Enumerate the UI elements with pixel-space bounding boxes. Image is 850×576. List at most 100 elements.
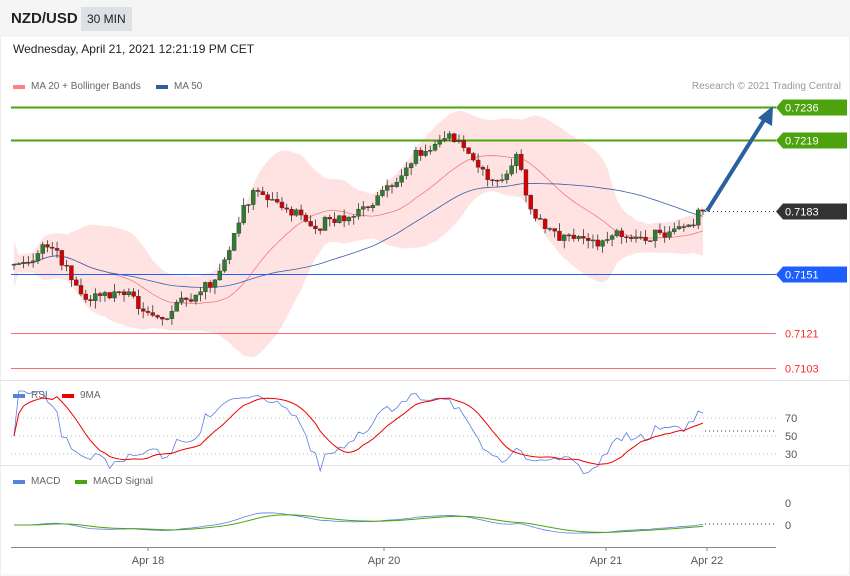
candle-body [600, 240, 605, 247]
candle-body [318, 228, 323, 231]
candle-body [341, 215, 347, 222]
candle-body [255, 190, 261, 192]
candle-body [227, 250, 232, 260]
candle-body [169, 311, 175, 319]
candle-body [681, 226, 687, 228]
candle-body [696, 209, 701, 226]
candle-body [140, 308, 146, 312]
candle-body [523, 169, 529, 196]
candle-body [518, 153, 524, 170]
candle-body [638, 236, 643, 239]
candle-body [207, 282, 213, 288]
candle-body [74, 279, 79, 286]
candle-body [652, 229, 658, 241]
candle-body [595, 239, 600, 247]
candle-body [490, 179, 495, 181]
candle-body [64, 265, 69, 267]
candle-body [380, 190, 385, 196]
candle-body [351, 216, 356, 218]
candle-body [274, 199, 280, 203]
candle-body [667, 231, 672, 238]
candle-body [509, 165, 514, 175]
candle-body [557, 230, 562, 241]
candle-body [451, 133, 457, 143]
candle [231, 233, 237, 252]
candle-body [657, 229, 663, 233]
candle-body [662, 232, 667, 238]
candle-body [356, 208, 361, 217]
level-label: 0.7183 [785, 207, 819, 219]
candle-body [629, 237, 634, 239]
candle-body [370, 205, 376, 208]
candle-body [279, 201, 285, 209]
candle-body [45, 244, 50, 248]
candle-body [112, 291, 117, 299]
candle-body [174, 302, 179, 312]
candle-body [562, 234, 567, 241]
candle-body [432, 143, 438, 151]
bollinger-band [14, 110, 703, 358]
candle-body [332, 218, 337, 223]
macd-tick: 0 [785, 498, 791, 510]
candle-body [251, 190, 256, 205]
candle-body [385, 185, 390, 191]
x-tick-label: Apr 21 [590, 555, 622, 567]
candle [241, 198, 246, 225]
candle-body [533, 208, 538, 219]
level-label: 0.7103 [785, 364, 819, 376]
candle-body [504, 173, 510, 180]
level-label: 0.7219 [785, 136, 819, 148]
candle-body [365, 206, 371, 208]
candle-body [514, 153, 519, 166]
candle-body [480, 167, 486, 170]
x-tick-label: Apr 20 [368, 555, 400, 567]
candle-body [16, 263, 21, 265]
candle-body [160, 317, 165, 320]
candle-body [155, 315, 160, 318]
candle-body [21, 261, 26, 264]
candle [686, 224, 691, 228]
candle-body [231, 233, 237, 251]
candle-body [605, 239, 610, 241]
candle-body [50, 246, 55, 249]
candle-body [566, 234, 572, 237]
candle-body [614, 230, 620, 236]
candle-body [590, 239, 596, 242]
candle-body [585, 238, 591, 241]
candle-body [184, 297, 189, 300]
macd-tick: 0 [785, 520, 791, 532]
candle-body [93, 293, 98, 301]
candle-body [78, 285, 84, 295]
candle-body [294, 209, 299, 216]
candle-body [552, 228, 557, 232]
candle-body [619, 230, 624, 237]
candle-body [442, 138, 447, 141]
candle-body [499, 179, 505, 181]
candle-body [260, 191, 266, 195]
candle-body [164, 318, 170, 320]
candle-body [337, 215, 342, 223]
candle-body [126, 291, 132, 296]
candle-body [121, 291, 127, 296]
candle-body [394, 182, 399, 187]
candle-body [327, 217, 332, 220]
candle-body [375, 195, 380, 206]
candle-body [30, 260, 36, 263]
candle-body [88, 299, 93, 301]
candle-body [69, 265, 74, 281]
macd-line [13, 512, 704, 534]
candle-body [466, 147, 471, 154]
candle-body [447, 133, 452, 139]
candle-body [313, 225, 318, 230]
candle-body [471, 153, 476, 161]
candle-body [145, 311, 151, 313]
candle-body [222, 259, 227, 272]
candle-body [246, 204, 251, 206]
candle-body [571, 234, 577, 239]
candle-body [389, 185, 395, 187]
candle-body [117, 291, 122, 293]
candle-body [437, 140, 443, 145]
candle-body [686, 224, 691, 228]
rsi-tick: 50 [785, 431, 797, 443]
candle-body [284, 207, 289, 210]
